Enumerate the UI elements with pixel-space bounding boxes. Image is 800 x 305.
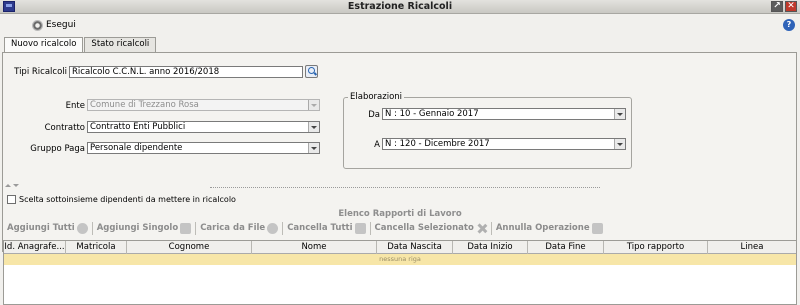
chevron-down-icon[interactable] [614, 109, 625, 119]
column-header[interactable]: Nome [252, 241, 377, 254]
gear-icon [32, 19, 43, 31]
tipi-ricalcoli-label: Tipi Ricalcoli [14, 67, 67, 77]
separator [369, 221, 371, 235]
column-header[interactable]: Cognome [127, 241, 252, 254]
chevron-down-icon[interactable] [614, 139, 625, 149]
esegui-label: Esegui [46, 20, 76, 30]
column-header[interactable]: Data Fine [528, 241, 604, 254]
maximize-button[interactable]: ↗ [771, 1, 783, 12]
delete-all-label: Cancella Tutti [287, 223, 353, 233]
add-all-label: Aggiungi Tutti [7, 223, 75, 233]
da-combo[interactable]: N : 10 - Gennaio 2017 [382, 108, 626, 120]
separator [91, 221, 93, 235]
tab-bar: Nuovo ricalcolo Stato ricalcoli [4, 37, 157, 53]
column-header[interactable]: Data Inizio [453, 241, 528, 254]
help-icon[interactable]: ? [783, 19, 795, 31]
separator [490, 221, 492, 235]
a-combo[interactable]: N : 120 - Dicembre 2017 [382, 138, 626, 150]
column-header[interactable]: Data Nascita [377, 241, 453, 254]
load-file-label: Carica da File [200, 223, 266, 233]
delete-selected-button[interactable]: Cancella Selezionato [372, 221, 490, 235]
window-title: Estrazione Ricalcoli [347, 1, 453, 12]
chevron-down-icon [13, 184, 19, 187]
chevron-down-icon[interactable] [308, 122, 319, 132]
chevron-down-icon [308, 100, 319, 110]
ente-label: Ente [65, 101, 85, 111]
subset-checkbox-label: Scelta sottoinsieme dipendenti da metter… [19, 195, 236, 204]
da-value: N : 10 - Gennaio 2017 [385, 109, 479, 119]
separator [195, 221, 197, 235]
delete-icon [476, 223, 487, 234]
list-action-bar: Aggiungi Tutti Aggiungi Singolo Carica d… [4, 220, 606, 236]
toolbar: Esegui ? [0, 14, 800, 36]
elaborazioni-title: Elaborazioni [348, 92, 405, 102]
separator [282, 221, 284, 235]
add-single-icon [180, 222, 192, 234]
subset-checkbox[interactable] [7, 195, 16, 204]
ente-value: Comune di Trezzano Rosa [90, 100, 199, 110]
add-all-button[interactable]: Aggiungi Tutti [4, 221, 91, 235]
add-single-label: Aggiungi Singolo [96, 223, 179, 233]
add-all-icon [76, 222, 88, 234]
title-bar: Estrazione Ricalcoli ↗ ✕ [0, 0, 800, 14]
ente-combo: Comune di Trezzano Rosa [87, 99, 320, 111]
delete-selected-label: Cancella Selezionato [374, 223, 474, 233]
a-label: A [374, 140, 380, 150]
contratto-value: Contratto Enti Pubblici [90, 122, 186, 132]
table-header: Id. Anagrafe... Matricola Cognome Nome D… [4, 241, 796, 254]
close-button[interactable]: ✕ [785, 1, 797, 12]
tab-nuovo-ricalcolo[interactable]: Nuovo ricalcolo [4, 37, 84, 53]
delete-all-icon [354, 222, 366, 234]
employment-table: Id. Anagrafe... Matricola Cognome Nome D… [3, 240, 797, 305]
chevron-up-icon [5, 184, 11, 187]
undo-button[interactable]: Annulla Operazione [493, 221, 606, 235]
list-title: Elenco Rapporti di Lavoro [338, 209, 462, 219]
load-file-button[interactable]: Carica da File [197, 221, 281, 235]
column-header[interactable]: Tipo rapporto [604, 241, 708, 254]
a-value: N : 120 - Dicembre 2017 [385, 139, 490, 149]
collapse-handle[interactable] [5, 184, 19, 187]
splitter[interactable] [210, 187, 600, 188]
column-header[interactable]: Linea [708, 241, 796, 254]
empty-row: nessuna riga [4, 254, 796, 265]
upload-icon [267, 222, 279, 234]
gruppo-paga-combo[interactable]: Personale dipendente [87, 142, 320, 154]
tipi-ricalcoli-field[interactable]: Ricalcolo C.C.N.L. anno 2016/2018 [69, 66, 303, 78]
da-label: Da [368, 110, 380, 120]
column-header[interactable]: Id. Anagrafe... [4, 241, 66, 254]
esegui-button[interactable]: Esegui [32, 18, 76, 32]
add-single-button[interactable]: Aggiungi Singolo [94, 221, 195, 235]
chevron-down-icon[interactable] [308, 143, 319, 153]
gruppo-paga-value: Personale dipendente [90, 143, 183, 153]
delete-all-button[interactable]: Cancella Tutti [284, 221, 368, 235]
column-header[interactable]: Matricola [66, 241, 127, 254]
tab-stato-ricalcoli[interactable]: Stato ricalcoli [84, 37, 157, 52]
undo-label: Annulla Operazione [495, 223, 590, 233]
subset-checkbox-row[interactable]: Scelta sottoinsieme dipendenti da metter… [7, 195, 236, 204]
search-icon[interactable] [305, 65, 318, 78]
undo-icon [591, 222, 603, 234]
gruppo-paga-label: Gruppo Paga [30, 144, 85, 154]
contratto-label: Contratto [44, 123, 85, 133]
contratto-combo[interactable]: Contratto Enti Pubblici [87, 121, 320, 133]
